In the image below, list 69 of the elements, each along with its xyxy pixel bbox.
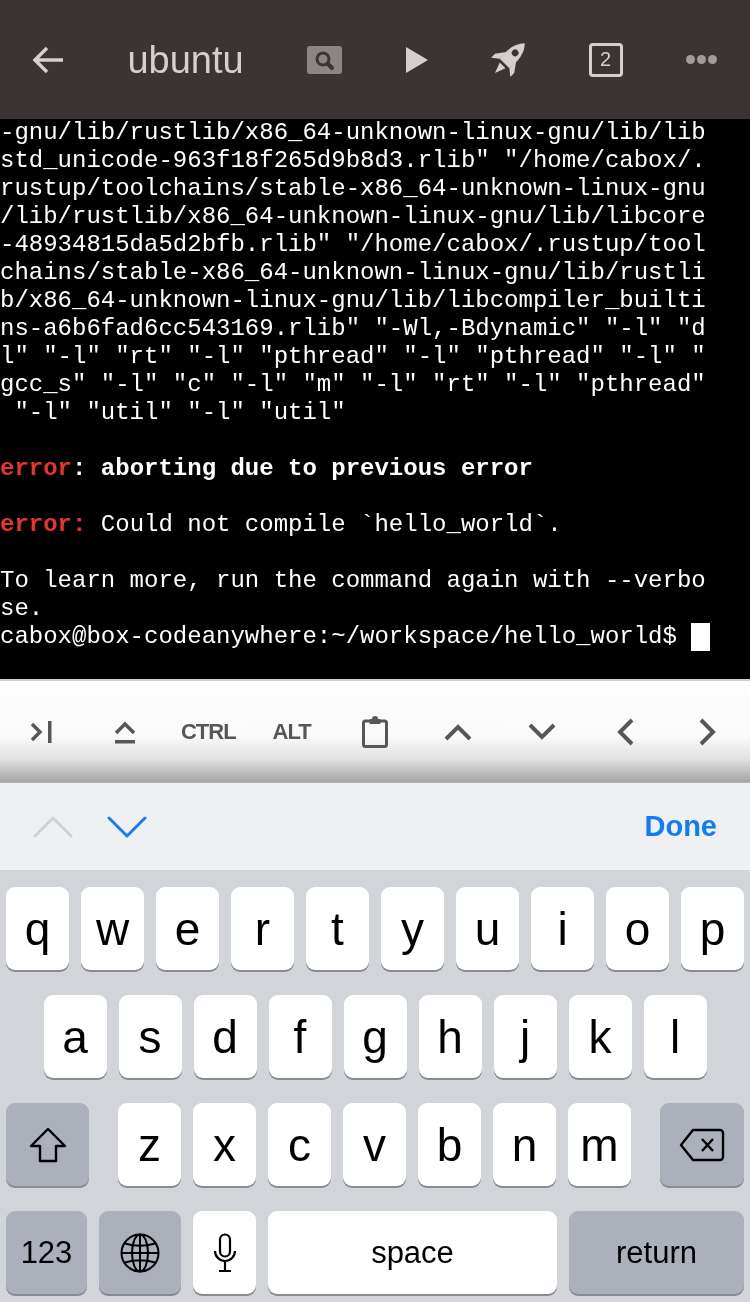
letter-key[interactable]: r <box>231 887 294 970</box>
letter-key[interactable]: m <box>568 1103 631 1186</box>
letter-key[interactable]: q <box>6 887 69 970</box>
app-title: ubuntu <box>127 37 244 82</box>
chevron-down-icon[interactable] <box>107 815 147 838</box>
terminal-line: "-l" "util" "-l" "util" <box>13 399 347 427</box>
letter-key[interactable]: w <box>81 887 144 970</box>
terminal-line: l" "-l" "rt" "-l" "pthread" "-l" "pthread" "-l" " <box>0 343 707 371</box>
space-bar[interactable]: space <box>268 1211 557 1294</box>
globe-icon <box>120 1232 160 1273</box>
terminal-line: /lib/rustlib/x86_64-unknown-linux-gnu/lib/libcore <box>0 203 707 231</box>
letter-key[interactable]: g <box>343 995 407 1078</box>
microphone-icon <box>212 1232 237 1273</box>
letter-key[interactable]: f <box>268 995 332 1078</box>
return-key[interactable]: return <box>569 1211 744 1294</box>
letter-key[interactable]: v <box>343 1103 406 1186</box>
terminal-line: std_unicode-963f18f265d9b8d3.rlib" "/home/cabox/. <box>0 147 707 175</box>
letter-key[interactable]: h <box>418 995 482 1078</box>
backspace-icon <box>679 1127 725 1162</box>
letter-key[interactable]: c <box>268 1103 331 1186</box>
shell-prompt: cabox@box-codeanywhere:~/workspace/hello_world$ <box>0 623 677 651</box>
tabs-button[interactable]: 2 <box>588 42 623 77</box>
letter-key[interactable]: l <box>643 995 707 1078</box>
terminal-line: chains/stable-x86_64-unknown-linux-gnu/lib/rustli <box>0 259 707 287</box>
rocket-icon[interactable] <box>491 42 526 77</box>
letter-key[interactable]: t <box>306 887 369 970</box>
letter-key[interactable]: o <box>606 887 669 970</box>
search-icon[interactable] <box>307 45 343 74</box>
letter-key[interactable]: b <box>418 1103 481 1186</box>
microphone-key[interactable] <box>193 1211 256 1294</box>
shift-key[interactable] <box>6 1103 89 1186</box>
tab-icon[interactable] <box>29 718 54 745</box>
chevron-right-icon[interactable] <box>699 717 718 746</box>
letter-key[interactable]: k <box>568 995 632 1078</box>
modifier-key[interactable]: CTRL <box>181 718 236 745</box>
chevron-left-icon[interactable] <box>615 717 634 746</box>
terminal-line: -48934815da5d2bfb.rlib" "/home/cabox/.rustup/tool <box>0 231 707 259</box>
terminal-line: -gnu/lib/rustlib/x86_64-unknown-linux-gnu/lib/lib <box>0 119 707 147</box>
play-icon[interactable] <box>405 46 428 73</box>
letter-key[interactable]: d <box>193 995 257 1078</box>
terminal-line: gcc_s" "-l" "c" "-l" "m" "-l" "rt" "-l" "pthread" <box>0 371 707 399</box>
letter-key[interactable]: z <box>118 1103 181 1186</box>
letter-key[interactable]: e <box>156 887 219 970</box>
modifier-key[interactable]: ALT <box>272 718 311 745</box>
terminal-line: se. <box>0 595 45 623</box>
chevron-up-icon[interactable] <box>444 722 473 741</box>
terminal-line: b/x86_64-unknown-linux-gnu/lib/libcompiler_builti <box>0 287 707 315</box>
done-button[interactable]: Done <box>644 810 717 843</box>
letter-key[interactable]: n <box>493 1103 556 1186</box>
letter-key[interactable]: s <box>118 995 182 1078</box>
chevron-down-icon[interactable] <box>527 722 556 741</box>
numbers-key[interactable]: 123 <box>6 1211 87 1294</box>
letter-key[interactable]: y <box>381 887 444 970</box>
letter-key[interactable]: u <box>456 887 519 970</box>
more-icon[interactable] <box>685 55 717 64</box>
delete-key[interactable] <box>660 1103 744 1186</box>
terminal-line: rustup/toolchains/stable-x86_64-unknown-linux-gnu <box>0 175 707 203</box>
terminal-line: ns-a6b6fad6cc543169.rlib" "-Wl,-Bdynamic" "-l" "d <box>0 315 707 343</box>
error-line: error: aborting due to previous error <box>0 455 534 483</box>
letter-key[interactable]: x <box>193 1103 256 1186</box>
letter-key[interactable]: a <box>43 995 107 1078</box>
back-icon[interactable] <box>32 45 64 74</box>
terminal-line: To learn more, run the command again with --verbo <box>0 567 707 595</box>
letter-key[interactable]: i <box>531 887 594 970</box>
globe-key[interactable] <box>99 1211 181 1294</box>
letter-key[interactable]: j <box>493 995 557 1078</box>
error-line: error: Could not compile `hello_world`. <box>0 511 563 539</box>
clipboard-icon[interactable] <box>361 715 388 748</box>
letter-key[interactable]: p <box>681 887 744 970</box>
